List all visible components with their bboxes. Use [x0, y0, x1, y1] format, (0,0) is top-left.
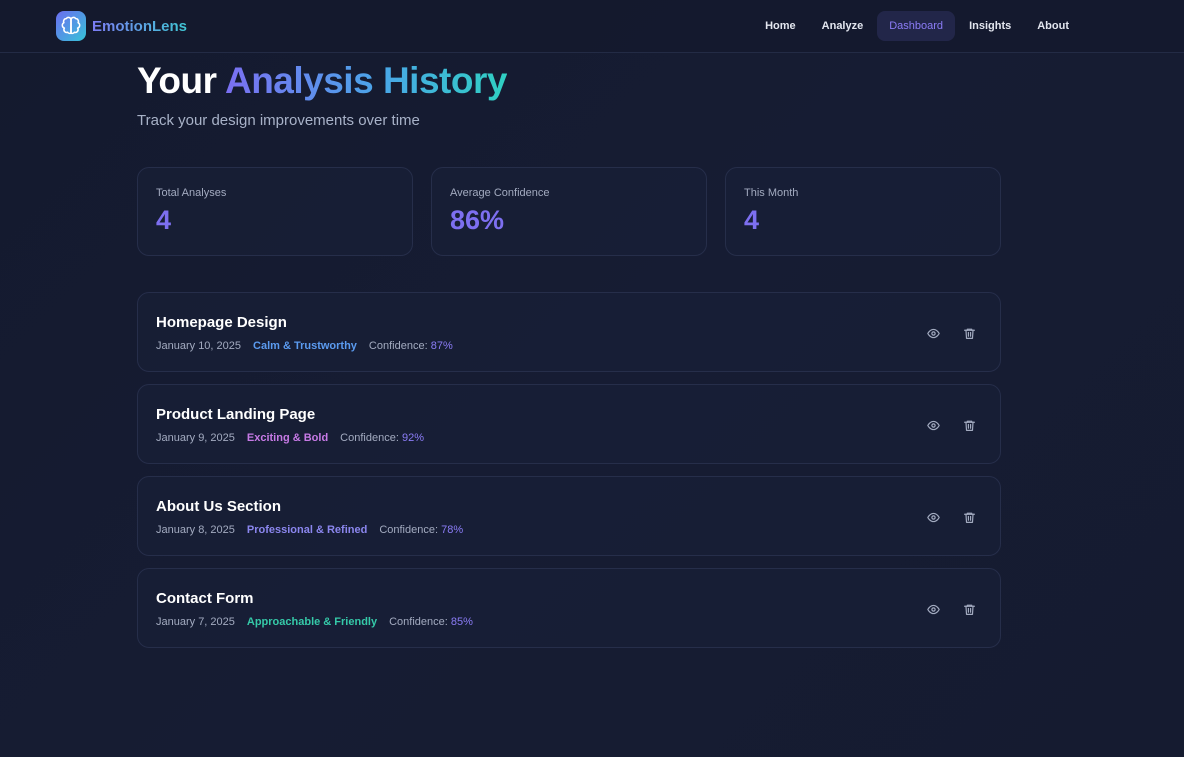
item-actions: [924, 324, 978, 342]
brand-name: EmotionLens: [92, 17, 188, 35]
item-meta: January 8, 2025 Professional & Refined C…: [156, 524, 463, 536]
item-actions: [924, 416, 978, 434]
page-title-plain: Your: [137, 60, 217, 101]
eye-icon[interactable]: [924, 324, 942, 342]
trash-icon[interactable]: [960, 600, 978, 618]
confidence-value: 92%: [401, 432, 424, 444]
history-item: Homepage Design January 10, 2025 Calm & …: [137, 292, 1001, 372]
nav-insights[interactable]: Insights: [957, 11, 1023, 41]
item-actions: [924, 508, 978, 526]
item-meta: January 10, 2025 Calm & Trustworthy Conf…: [156, 340, 453, 352]
page-subtitle: Track your design improvements over time: [137, 112, 420, 129]
confidence-value: 87%: [430, 340, 453, 352]
trash-icon[interactable]: [960, 324, 978, 342]
item-title: About Us Section: [156, 498, 282, 515]
eye-icon[interactable]: [924, 600, 942, 618]
stat-value: 86%: [450, 205, 505, 235]
item-date: January 8, 2025: [156, 524, 235, 536]
item-date: January 10, 2025: [156, 340, 242, 352]
stat-card-total-analyses: Total Analyses 4: [137, 167, 413, 256]
nav-dashboard[interactable]: Dashboard: [877, 11, 956, 41]
confidence: Confidence: 85%: [389, 616, 473, 628]
confidence: Confidence: 78%: [379, 524, 463, 536]
item-date: January 7, 2025: [156, 616, 235, 628]
stat-value: 4: [744, 205, 760, 235]
emotion-tag: Approachable & Friendly: [246, 616, 378, 628]
top-navbar: EmotionLens Home Analyze Dashboard Insig…: [0, 0, 1184, 53]
stat-card-average-confidence: Average Confidence 86%: [431, 167, 707, 256]
item-title: Homepage Design: [156, 314, 287, 331]
item-title: Product Landing Page: [156, 406, 316, 423]
stat-label: Total Analyses: [156, 187, 227, 199]
confidence-value: 78%: [441, 524, 464, 536]
confidence-value: 85%: [450, 616, 473, 628]
eye-icon[interactable]: [924, 416, 942, 434]
emotion-tag: Exciting & Bold: [246, 432, 329, 444]
confidence-label: Confidence:: [368, 340, 428, 352]
stats-row: Total Analyses 4 Average Confidence 86% …: [137, 167, 1001, 256]
nav-about[interactable]: About: [1025, 11, 1081, 41]
confidence-label: Confidence:: [340, 432, 399, 444]
history-list: Homepage Design January 10, 2025 Calm & …: [137, 292, 1001, 660]
stat-value: 4: [156, 205, 172, 235]
stat-label: Average Confidence: [450, 187, 550, 199]
stat-card-this-month: This Month 4: [725, 167, 1001, 256]
item-title: Contact Form: [156, 590, 254, 607]
page-title-highlight: Analysis History: [224, 60, 507, 101]
emotion-tag: Calm & Trustworthy: [253, 340, 357, 352]
brand[interactable]: EmotionLens: [56, 11, 187, 41]
confidence: Confidence: 87%: [369, 340, 453, 352]
nav-analyze[interactable]: Analyze: [810, 11, 876, 41]
page-title: Your Analysis History: [137, 60, 507, 102]
history-item: Product Landing Page January 9, 2025 Exc…: [137, 384, 1001, 464]
eye-icon[interactable]: [924, 508, 942, 526]
item-date: January 9, 2025: [156, 432, 235, 444]
trash-icon[interactable]: [960, 508, 978, 526]
stat-label: This Month: [744, 187, 799, 199]
confidence-label: Confidence:: [379, 524, 439, 536]
nav-home[interactable]: Home: [753, 11, 808, 41]
item-actions: [924, 600, 978, 618]
item-meta: January 7, 2025 Approachable & Friendly …: [156, 616, 473, 628]
trash-icon[interactable]: [960, 416, 978, 434]
history-item: About Us Section January 8, 2025 Profess…: [137, 476, 1001, 556]
nav-links: Home Analyze Dashboard Insights About: [753, 11, 1081, 41]
emotion-tag: Professional & Refined: [246, 524, 368, 536]
item-meta: January 9, 2025 Exciting & Bold Confiden…: [156, 432, 424, 444]
brain-icon: [56, 11, 86, 41]
history-item: Contact Form January 7, 2025 Approachabl…: [137, 568, 1001, 648]
confidence: Confidence: 92%: [340, 432, 424, 444]
confidence-label: Confidence:: [389, 616, 448, 628]
